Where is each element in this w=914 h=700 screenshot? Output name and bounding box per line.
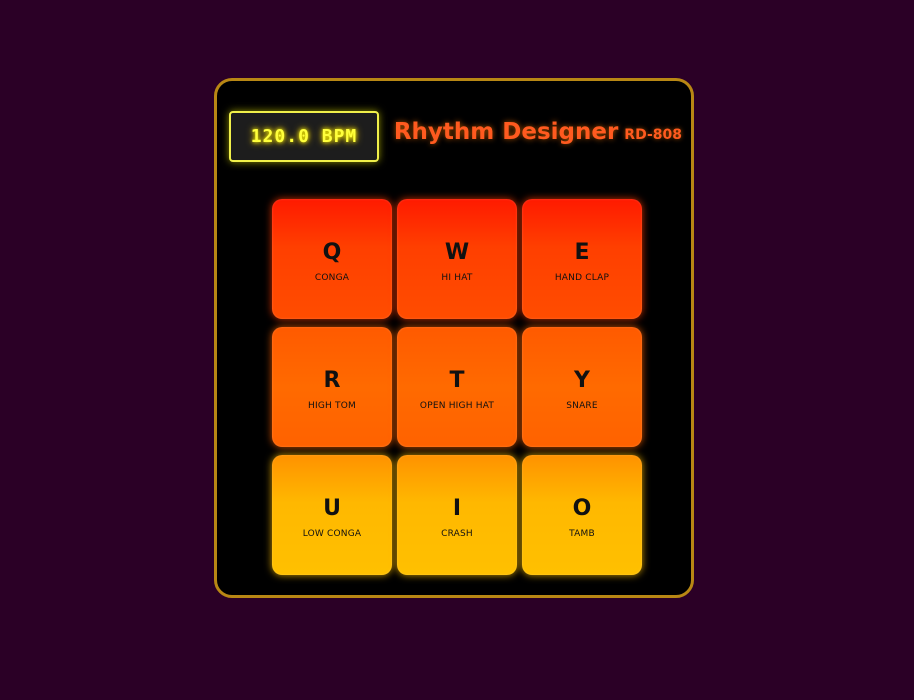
pad-label: CRASH (441, 528, 473, 539)
pad-key: Q (322, 239, 342, 265)
drum-pad-hand-clap[interactable]: E HAND CLAP (522, 199, 642, 319)
drum-pad-high-tom[interactable]: R HIGH TOM (272, 327, 392, 447)
pad-label: LOW CONGA (302, 528, 362, 539)
bpm-display: 120.0 BPM (229, 111, 379, 162)
pad-key: R (323, 367, 341, 393)
drum-pad-hi-hat[interactable]: W HI HAT (397, 199, 517, 319)
drum-pad-conga[interactable]: Q CONGA (272, 199, 392, 319)
drum-pad-open-high-hat[interactable]: T OPEN HIGH HAT (397, 327, 517, 447)
pad-key: E (574, 239, 590, 265)
brand-header: Rhythm Designer RD-808 (394, 119, 682, 145)
pad-key: O (572, 495, 592, 521)
pad-label: SNARE (566, 400, 598, 411)
pad-label: HAND CLAP (554, 272, 610, 283)
pad-key: Y (574, 367, 590, 393)
pad-label: HI HAT (441, 272, 473, 283)
pad-key: I (452, 495, 462, 521)
pad-label: TAMB (569, 528, 595, 539)
pad-label: CONGA (314, 272, 350, 283)
drum-pad-crash[interactable]: I CRASH (397, 455, 517, 575)
bpm-value: 120.0 BPM (250, 126, 358, 147)
pad-key: T (449, 367, 465, 393)
app-title: Rhythm Designer (393, 119, 619, 145)
drum-pad-snare[interactable]: Y SNARE (522, 327, 642, 447)
pad-key: W (444, 239, 470, 265)
drum-pad-grid: Q CONGA W HI HAT E HAND CLAP R HIGH TOM … (272, 199, 642, 575)
drum-pad-tamb[interactable]: O TAMB (522, 455, 642, 575)
model-label: RD-808 (624, 127, 682, 143)
drum-machine: 120.0 BPM Rhythm Designer RD-808 Q CONGA… (214, 78, 694, 598)
drum-pad-low-conga[interactable]: U LOW CONGA (272, 455, 392, 575)
pad-label: HIGH TOM (308, 400, 356, 411)
pad-key: U (323, 495, 341, 521)
pad-label: OPEN HIGH HAT (419, 400, 495, 411)
